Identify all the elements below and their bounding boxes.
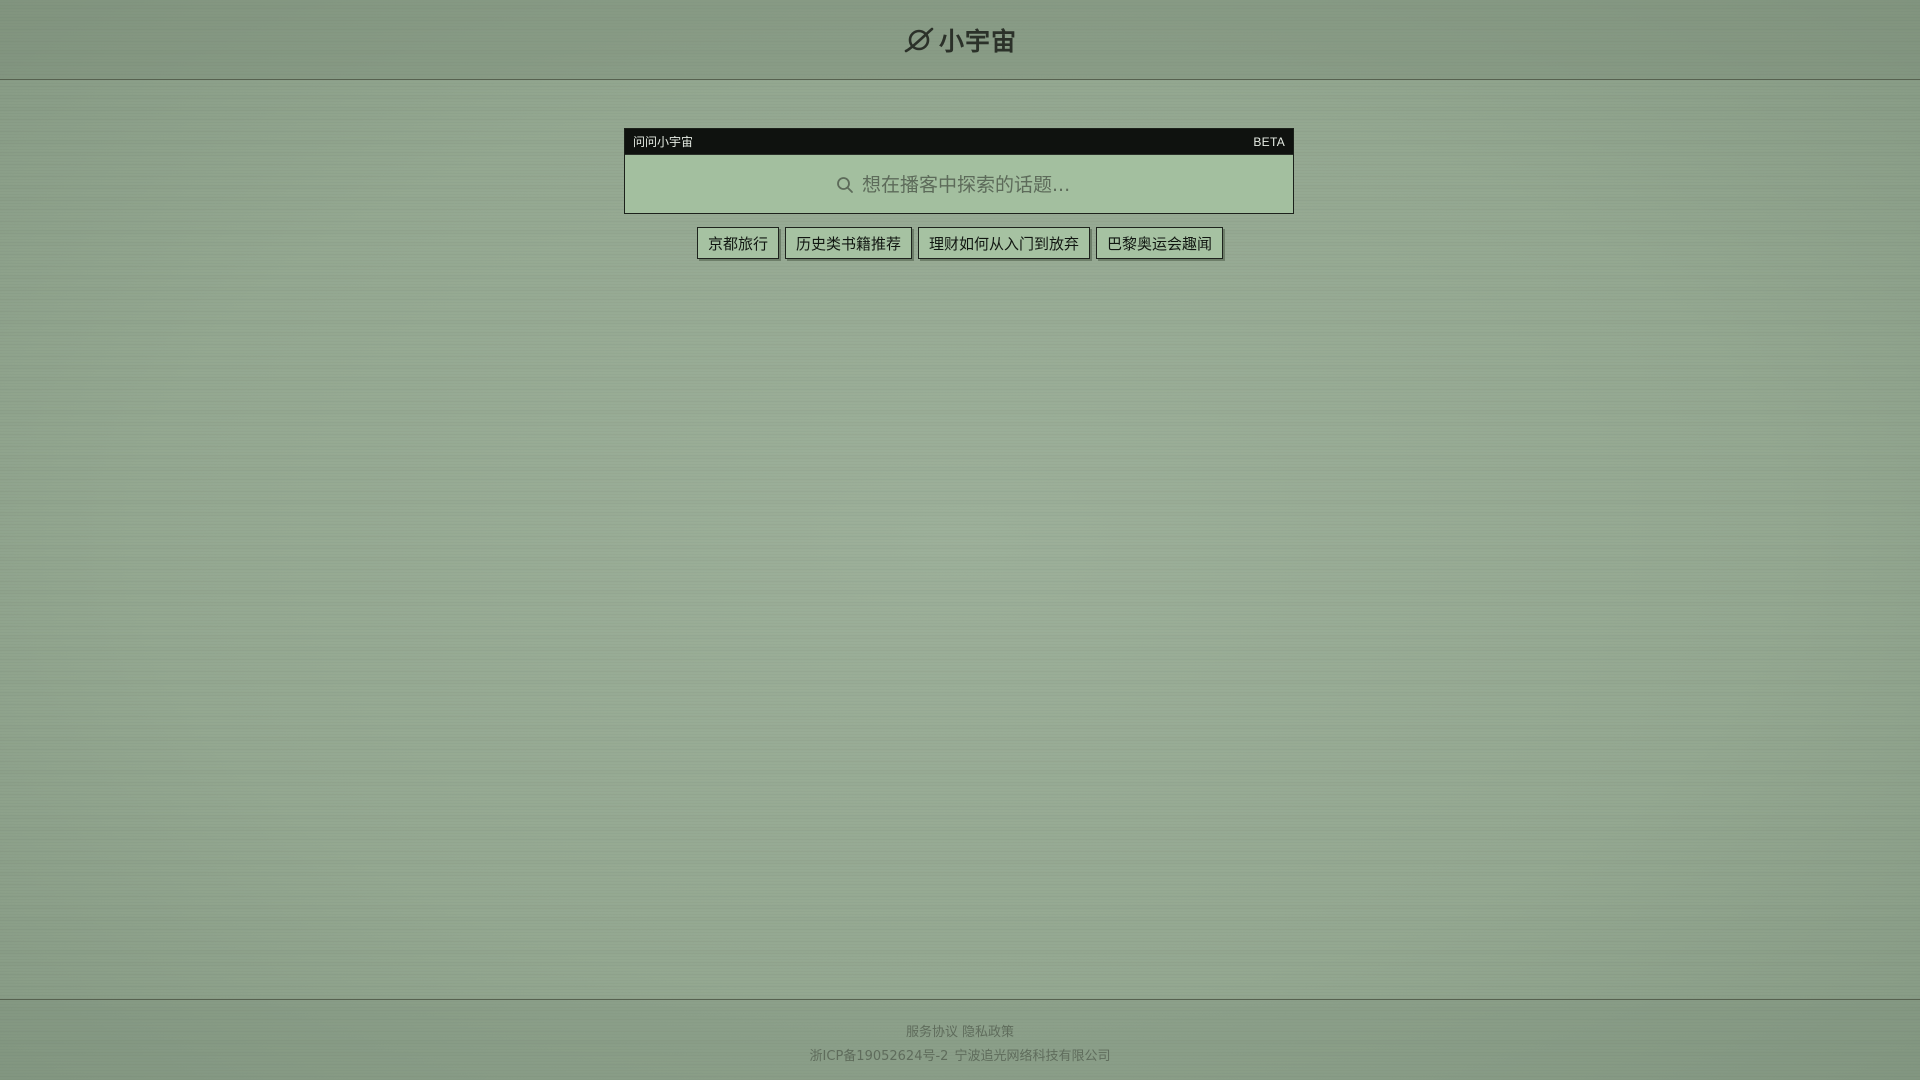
site-logo[interactable]: 小宇宙 [903, 22, 1017, 58]
search-box[interactable] [625, 154, 1293, 214]
suggestion-chips: 京都旅行 历史类书籍推荐 理财如何从入门到放弃 巴黎奥运会趣闻 [0, 227, 1920, 259]
footer-links: 服务协议 隐私政策 [0, 1021, 1920, 1040]
suggestion-chip[interactable]: 京都旅行 [696, 227, 779, 259]
footer: 服务协议 隐私政策 浙ICP备19052624号-2 宁波追光网络科技有限公司 [0, 999, 1920, 1080]
search-icon [836, 176, 854, 194]
planet-icon [903, 25, 935, 55]
suggestion-chip[interactable]: 巴黎奥运会趣闻 [1096, 227, 1224, 259]
icp-link[interactable]: 浙ICP备19052624号-2 [810, 1045, 949, 1064]
company-name: 宁波追光网络科技有限公司 [954, 1049, 1111, 1064]
terms-link[interactable]: 服务协议 [906, 1021, 958, 1040]
top-header: 小宇宙 [0, 0, 1920, 80]
ask-panel-titlebar: 问问小宇宙 BETA [625, 129, 1293, 154]
beta-badge: BETA [1253, 134, 1285, 149]
search-input[interactable] [862, 173, 1082, 196]
privacy-link[interactable]: 隐私政策 [962, 1021, 1014, 1040]
ask-panel-title: 问问小宇宙 [633, 135, 694, 149]
suggestion-chip[interactable]: 历史类书籍推荐 [784, 227, 912, 259]
footer-icp: 浙ICP备19052624号-2 宁波追光网络科技有限公司 [0, 1045, 1920, 1064]
ask-panel: 问问小宇宙 BETA [624, 128, 1294, 214]
logo-text: 小宇宙 [938, 26, 1017, 56]
suggestion-chip[interactable]: 理财如何从入门到放弃 [918, 227, 1091, 259]
